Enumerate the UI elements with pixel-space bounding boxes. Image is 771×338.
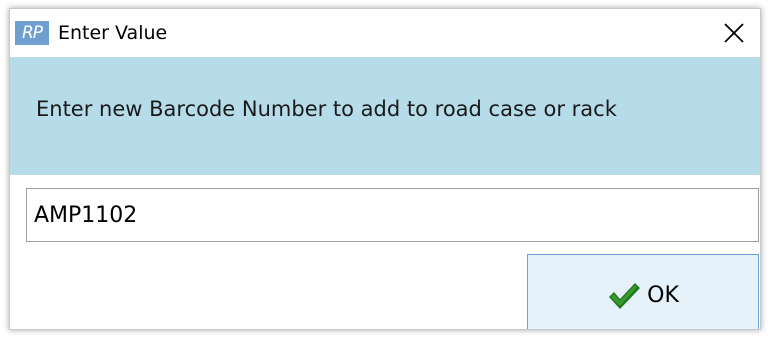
title-bar[interactable]: RP Enter Value	[10, 9, 760, 57]
ok-button-label: OK	[647, 283, 679, 308]
barcode-input[interactable]	[26, 188, 759, 242]
close-icon	[724, 23, 744, 43]
ok-button[interactable]: OK	[527, 254, 759, 329]
checkmark-icon	[609, 283, 641, 309]
prompt-banner: Enter new Barcode Number to add to road …	[10, 57, 760, 175]
enter-value-dialog: RP Enter Value Enter new Barcode Number …	[9, 8, 761, 330]
prompt-message: Enter new Barcode Number to add to road …	[36, 97, 617, 121]
close-button[interactable]	[708, 9, 760, 57]
app-logo-icon: RP	[15, 21, 49, 45]
window-title: Enter Value	[58, 22, 168, 44]
